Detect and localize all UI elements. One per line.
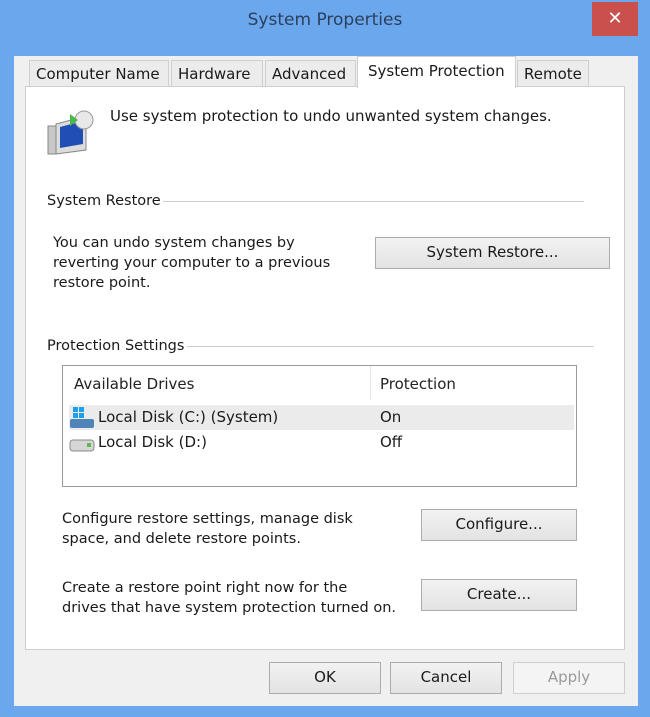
tab-system-protection[interactable]: System Protection	[357, 56, 516, 88]
text-line: space, and delete restore points.	[62, 531, 301, 547]
system-restore-button[interactable]: System Restore...	[375, 237, 610, 269]
cancel-button[interactable]: Cancel	[390, 662, 502, 694]
drive-row[interactable]: Local Disk (C:) (System) On	[69, 405, 574, 430]
text-line: Configure restore settings, manage disk	[62, 511, 353, 527]
drives-list[interactable]: Available Drives Protection Local Disk (…	[62, 365, 577, 487]
column-header-protection[interactable]: Protection	[380, 366, 456, 402]
text-line: You can undo system changes by	[53, 235, 295, 251]
divider	[160, 201, 584, 202]
tab-hardware[interactable]: Hardware	[171, 60, 263, 87]
protection-settings-heading: Protection Settings	[47, 338, 185, 354]
create-button[interactable]: Create...	[421, 579, 577, 611]
drive-row[interactable]: Local Disk (D:) Off	[69, 430, 574, 455]
text-line: drives that have system protection turne…	[62, 600, 396, 616]
list-header: Available Drives Protection	[63, 366, 576, 400]
create-text: Create a restore point right now for the…	[62, 578, 396, 618]
column-header-drives[interactable]: Available Drives	[74, 366, 194, 402]
intro-text: Use system protection to undo unwanted s…	[110, 107, 552, 125]
configure-text: Configure restore settings, manage disk …	[62, 509, 353, 549]
divider	[187, 346, 594, 347]
drive-name: Local Disk (D:)	[98, 433, 207, 451]
window-title: System Properties	[247, 10, 403, 30]
system-protection-icon	[47, 110, 94, 155]
drive-icon	[69, 439, 95, 452]
drive-protection: On	[380, 408, 402, 426]
ok-button[interactable]: OK	[269, 662, 381, 694]
system-restore-heading: System Restore	[47, 193, 163, 209]
drive-protection: Off	[380, 433, 403, 451]
close-button[interactable]: ✕	[592, 2, 638, 36]
tab-remote[interactable]: Remote	[517, 60, 589, 87]
tab-advanced[interactable]: Advanced	[265, 60, 356, 87]
text-line: Create a restore point right now for the	[62, 580, 348, 596]
system-drive-icon	[70, 407, 94, 428]
text-line: reverting your computer to a previous	[53, 255, 331, 271]
tab-computer-name[interactable]: Computer Name	[29, 60, 169, 87]
configure-button[interactable]: Configure...	[421, 509, 577, 541]
apply-button[interactable]: Apply	[513, 662, 625, 694]
drive-name: Local Disk (C:) (System)	[98, 408, 279, 426]
system-restore-text: You can undo system changes by reverting…	[53, 233, 330, 293]
text-line: restore point.	[53, 275, 151, 291]
